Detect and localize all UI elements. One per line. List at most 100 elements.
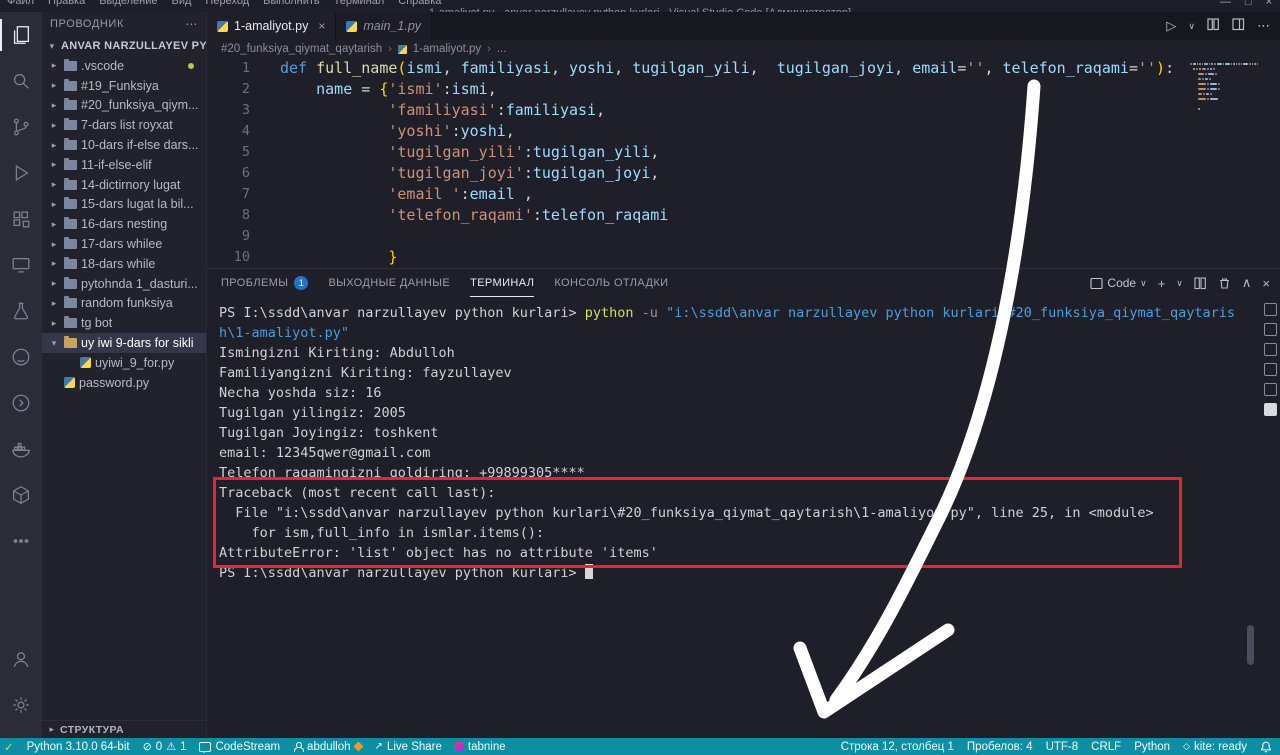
chevron-right-icon: ›	[487, 43, 491, 55]
split-editor-icon[interactable]	[1207, 18, 1220, 34]
close-panel-icon[interactable]: ×	[1262, 276, 1270, 291]
menu-go[interactable]: Переход	[198, 0, 256, 7]
codestream-status[interactable]: CodeStream	[199, 738, 280, 755]
breadcrumb[interactable]: #20_funksiya_qiymat_qaytarish › 1-amaliy…	[207, 40, 1280, 58]
language-mode[interactable]: Python	[1134, 738, 1170, 755]
split-terminal-icon[interactable]	[1194, 276, 1207, 290]
tab-main-1[interactable]: main_1.py	[336, 12, 433, 40]
menu-view[interactable]: Вид	[165, 0, 199, 7]
tree-item[interactable]: ▸ 11-if-else-elif	[42, 155, 206, 175]
tree-item[interactable]: password.py	[42, 373, 206, 393]
menu-selection[interactable]: Выделение	[92, 0, 164, 7]
code-line: 8 'telefon_raqami':telefon_raqami	[241, 206, 669, 224]
tree-item[interactable]: ▸ random funksiya	[42, 294, 206, 314]
python-interpreter[interactable]: Python 3.10.0 64-bit	[27, 738, 130, 755]
indentation[interactable]: Пробелов: 4	[967, 738, 1033, 755]
notifications-bell-icon[interactable]	[1260, 738, 1272, 755]
folder-icon	[64, 256, 77, 269]
tree-item[interactable]: ▸ 7-dars list royxat	[42, 115, 206, 135]
maximize-button[interactable]: □	[1245, 0, 1252, 8]
panel-tab-output[interactable]: ВЫХОДНЫЕ ДАННЫЕ	[328, 269, 450, 297]
tree-item[interactable]: ▸ 15-dars lugat la bil...	[42, 195, 206, 215]
run-python-file-icon[interactable]: ▷	[1166, 18, 1176, 34]
panel-tab-problems[interactable]: ПРОБЛЕМЫ 1	[221, 269, 309, 297]
tab-1-amaliyot[interactable]: 1-amaliyot.py ×	[207, 12, 337, 40]
menu-terminal[interactable]: Терминал	[327, 0, 392, 7]
person-icon	[293, 741, 305, 752]
folder-icon	[64, 98, 77, 111]
tree-item[interactable]: ▸ 10-dars if-else dars...	[42, 135, 206, 155]
folder-icon	[64, 217, 77, 230]
panel-tab-terminal[interactable]: ТЕРМИНАЛ	[470, 269, 535, 297]
run-and-debug-icon[interactable]	[0, 150, 42, 196]
panel-tab-debug-console[interactable]: КОНСОЛЬ ОТЛАДКИ	[554, 269, 668, 297]
live-share-status[interactable]: ↗ Live Share	[375, 738, 442, 755]
more-views-icon[interactable]	[0, 518, 42, 564]
docker-icon[interactable]	[0, 426, 42, 472]
menu-edit[interactable]: Правка	[41, 0, 92, 7]
kite-status[interactable]: ◇ kite: ready	[1183, 738, 1247, 755]
menu-run[interactable]: Выполнить	[256, 0, 326, 7]
run-dropdown-icon[interactable]: ∨	[1188, 21, 1195, 32]
breadcrumb-file[interactable]: 1-amaliyot.py	[413, 43, 481, 55]
layout-icon[interactable]	[1232, 18, 1245, 34]
live-share-icon[interactable]	[0, 380, 42, 426]
terminal-dropdown-icon[interactable]: ∨	[1176, 278, 1183, 289]
orange-badge-icon	[353, 741, 363, 752]
outline-section[interactable]: ▸ СТРУКТУРА	[42, 720, 206, 738]
tree-item[interactable]: ▸ #20_funksiya_qiym...	[42, 96, 206, 116]
terminal-line: PS I:\ssdd\anvar narzullayev python kurl…	[219, 563, 1280, 583]
check-icon: ✓	[4, 741, 14, 754]
project-manager-icon[interactable]	[0, 472, 42, 518]
kill-terminal-icon[interactable]	[1218, 277, 1231, 290]
terminal-profile-select[interactable]: Code ∨	[1090, 276, 1147, 290]
close-button[interactable]: ×	[1266, 0, 1272, 8]
minimap[interactable]	[1190, 63, 1258, 113]
tree-item[interactable]: uyiwi_9_for.py	[42, 353, 206, 373]
maximize-panel-icon[interactable]: ∧	[1242, 275, 1252, 291]
account-icon[interactable]	[0, 636, 42, 682]
minimize-button[interactable]: —	[1220, 0, 1231, 8]
extensions-icon[interactable]	[0, 196, 42, 242]
github-icon[interactable]	[0, 334, 42, 380]
terminal-line: Telefon raqamingizni qoldiring: +9989930…	[219, 465, 585, 481]
explorer-icon[interactable]	[0, 12, 42, 58]
tree-item[interactable]: ▾ uy iwi 9-dars for sikli	[42, 333, 206, 353]
account-status[interactable]: abdulloh	[293, 738, 363, 755]
tree-item[interactable]: ▸ 18-dars while	[42, 254, 206, 274]
terminal-line: File "i:\ssdd\anvar narzullayev python k…	[219, 505, 1154, 521]
search-icon[interactable]	[0, 58, 42, 104]
terminal-output[interactable]: PS I:\ssdd\anvar narzullayev python kurl…	[207, 297, 1280, 583]
menu-file[interactable]: Файл	[0, 0, 41, 7]
workspace-root[interactable]: ▾ ANVAR NARZULLAYEV PYT...	[42, 36, 206, 56]
menu-help[interactable]: Справка	[391, 0, 448, 7]
source-control-icon[interactable]	[0, 104, 42, 150]
python-file-icon	[397, 44, 407, 54]
tree-item[interactable]: ▸ pytohnda 1_dasturi...	[42, 274, 206, 294]
tabnine-status[interactable]: tabnine	[454, 738, 506, 755]
testing-flask-icon[interactable]	[0, 288, 42, 334]
tree-item[interactable]: ▸ tg bot	[42, 313, 206, 333]
tree-item[interactable]: ▸ 16-dars nesting	[42, 214, 206, 234]
settings-gear-icon[interactable]	[0, 682, 42, 728]
new-terminal-icon[interactable]: +	[1158, 276, 1166, 291]
breadcrumb-folder[interactable]: #20_funksiya_qiymat_qaytarish	[221, 43, 382, 55]
tree-item[interactable]: ▸ 17-dars whilee	[42, 234, 206, 254]
remote-explorer-icon[interactable]	[0, 242, 42, 288]
tree-item[interactable]: ▸ #19_Funksiya	[42, 76, 206, 96]
close-tab-icon[interactable]: ×	[318, 19, 325, 33]
terminal-scrollbar[interactable]	[1247, 625, 1254, 665]
status-check[interactable]: ✓	[4, 738, 14, 755]
breadcrumb-symbol[interactable]: ...	[497, 43, 507, 55]
tree-item[interactable]: ▸ 14-dictirnory lugat	[42, 175, 206, 195]
folder-icon	[64, 276, 77, 289]
terminal-line: Ismingizni Kiriting: Abdulloh	[219, 345, 455, 361]
explorer-more-actions-icon[interactable]: ⋯	[185, 17, 198, 31]
eol-sequence[interactable]: CRLF	[1091, 738, 1121, 755]
cursor-position[interactable]: Строка 12, столбец 1	[841, 738, 954, 755]
problems-status[interactable]: ⊘ 0 ⚠ 1	[143, 738, 187, 755]
encoding[interactable]: UTF-8	[1046, 738, 1079, 755]
tree-item[interactable]: ▸ .vscode	[42, 56, 206, 76]
code-editor[interactable]: 1 def full_name(ismi, familiyasi, yoshi, …	[207, 58, 1280, 268]
editor-more-actions-icon[interactable]: ⋯	[1257, 18, 1270, 34]
